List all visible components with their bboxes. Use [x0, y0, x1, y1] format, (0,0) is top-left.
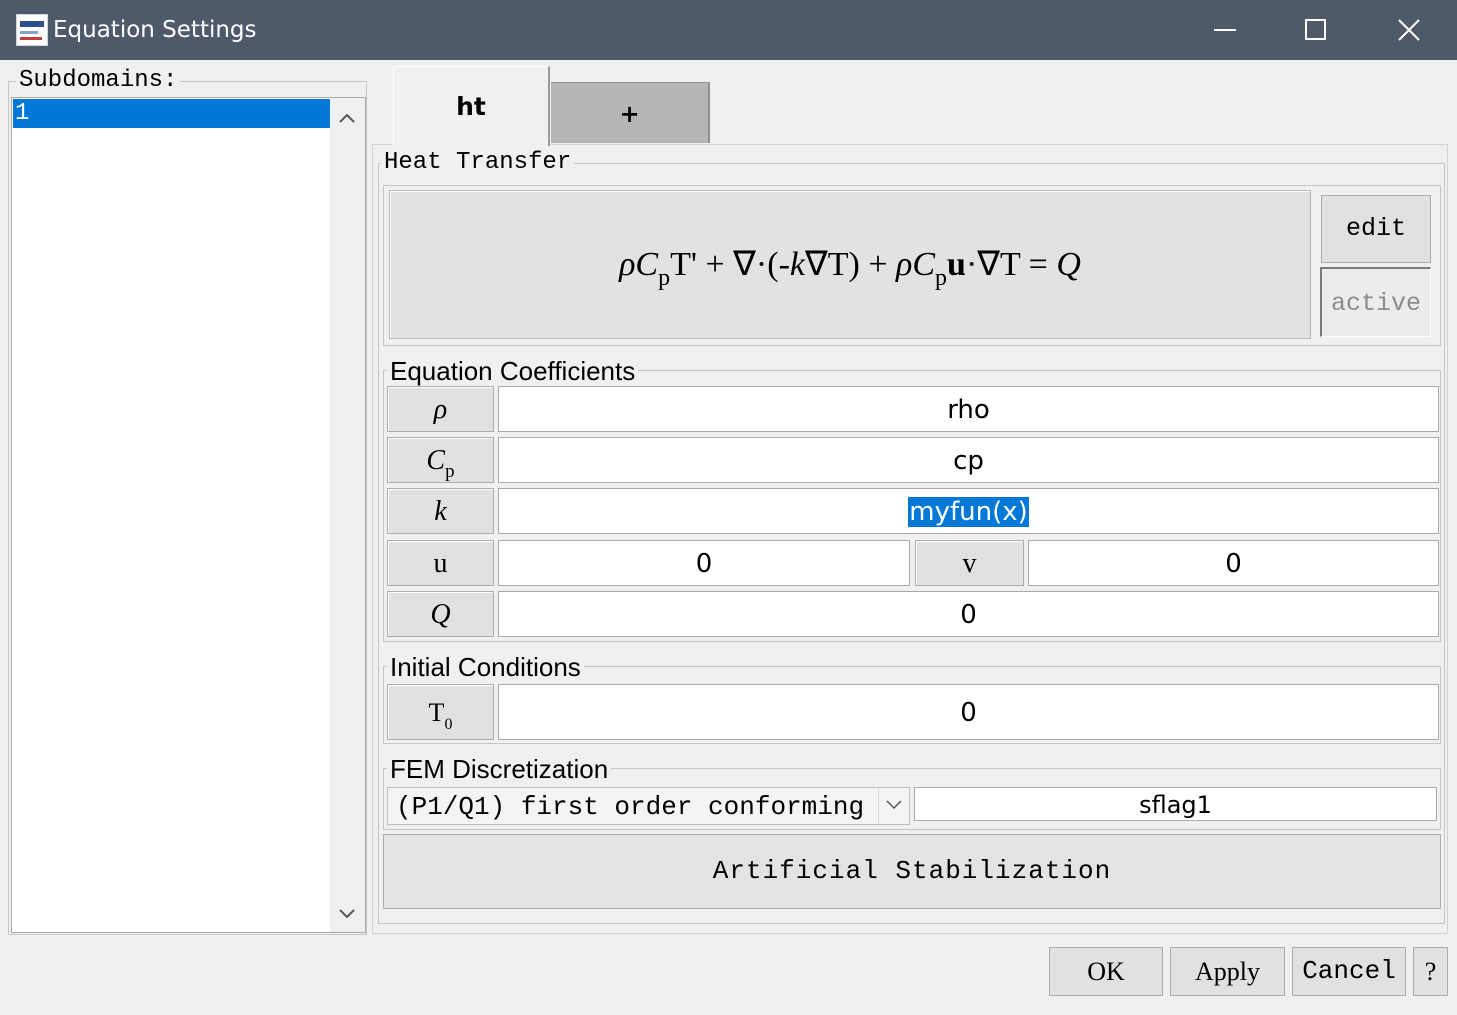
- k-field[interactable]: myfun(x): [498, 488, 1439, 534]
- q-field[interactable]: 0: [498, 591, 1439, 637]
- scroll-up-icon[interactable]: [338, 112, 356, 124]
- fem-element-select[interactable]: (P1/Q1) first order conforming: [387, 787, 910, 825]
- minimize-button[interactable]: [1179, 0, 1271, 60]
- window-title: Equation Settings: [53, 17, 257, 43]
- equation-text: ρCpT' + ∇·(-k∇T) + ρCpu·∇T = Q: [619, 246, 1081, 291]
- chevron-down-icon: [886, 800, 902, 810]
- title-bar: Equation Settings: [0, 0, 1457, 60]
- ok-button[interactable]: OK: [1049, 947, 1163, 996]
- help-button[interactable]: ?: [1413, 947, 1448, 996]
- subdomain-item[interactable]: 1: [13, 99, 330, 128]
- maximize-icon: [1305, 19, 1326, 40]
- k-label: k: [387, 488, 494, 534]
- subdomain-scrollbar[interactable]: [330, 98, 365, 932]
- u-label: u: [387, 540, 494, 586]
- v-label: v: [915, 540, 1024, 586]
- initial-conditions-title: Initial Conditions: [387, 652, 584, 682]
- q-label: Q: [387, 591, 494, 637]
- minimize-icon: [1214, 29, 1236, 31]
- rho-label: ρ: [387, 386, 494, 432]
- tab-add[interactable]: +: [551, 82, 710, 143]
- featool-app-icon: [16, 14, 48, 46]
- close-icon: [1398, 19, 1420, 41]
- maximize-button[interactable]: [1270, 0, 1362, 60]
- rho-field[interactable]: rho: [498, 386, 1439, 432]
- active-toggle[interactable]: active: [1320, 267, 1431, 337]
- k-selected-text: myfun(x): [908, 497, 1029, 527]
- t0-label: T0: [387, 684, 494, 740]
- cancel-button[interactable]: Cancel: [1292, 947, 1406, 996]
- tab-ht[interactable]: ht: [393, 66, 550, 146]
- scroll-down-icon[interactable]: [338, 908, 356, 920]
- cp-field[interactable]: cp: [498, 437, 1439, 483]
- artificial-stabilization-button[interactable]: Artificial Stabilization: [383, 834, 1441, 909]
- u-field[interactable]: 0: [498, 540, 910, 586]
- v-field[interactable]: 0: [1028, 540, 1439, 586]
- fem-element-value: (P1/Q1) first order conforming: [396, 792, 865, 822]
- apply-button[interactable]: Apply: [1170, 947, 1285, 996]
- edit-button[interactable]: edit: [1321, 195, 1431, 263]
- subdomains-label: Subdomains:: [16, 67, 181, 95]
- equation-display: ρCpT' + ∇·(-k∇T) + ρCpu·∇T = Q: [389, 190, 1311, 339]
- fem-title: FEM Discretization: [387, 754, 612, 784]
- subdomain-list[interactable]: 1: [11, 97, 366, 933]
- t0-field[interactable]: 0: [498, 684, 1439, 740]
- close-button[interactable]: [1363, 0, 1455, 60]
- fem-flag-field[interactable]: sflag1: [914, 787, 1437, 821]
- heat-transfer-title: Heat Transfer: [381, 149, 575, 177]
- cp-label: Cp: [387, 437, 494, 483]
- dropdown-button[interactable]: [878, 788, 909, 824]
- coefficients-title: Equation Coefficients: [387, 356, 639, 386]
